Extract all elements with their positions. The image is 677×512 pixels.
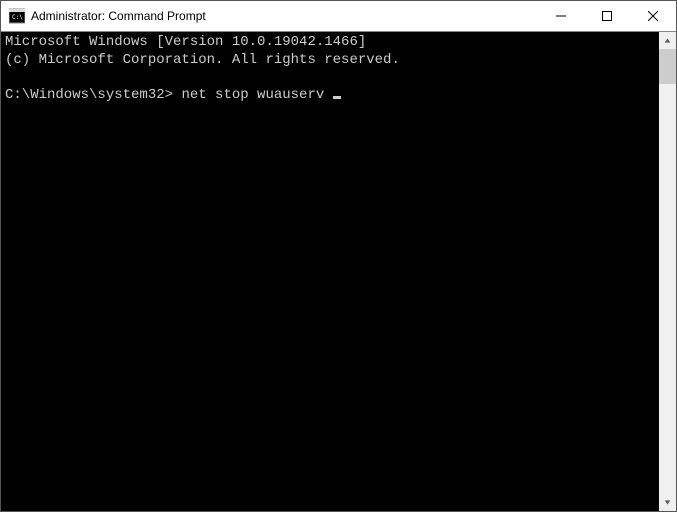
copyright-line: (c) Microsoft Corporation. All rights re… [5,52,400,68]
maximize-button[interactable] [584,1,630,31]
minimize-button[interactable] [538,1,584,31]
scrollbar-track[interactable] [659,49,676,494]
text-cursor [333,96,341,99]
svg-text:C:\: C:\ [12,14,23,21]
version-line: Microsoft Windows [Version 10.0.19042.14… [5,34,366,50]
titlebar[interactable]: C:\ Administrator: Command Prompt [1,1,676,31]
scroll-down-button[interactable] [659,494,676,511]
vertical-scrollbar[interactable] [659,32,676,511]
prompt-text: C:\Windows\system32> [5,87,173,103]
command-prompt-window: C:\ Administrator: Command Prompt Micros… [0,0,677,512]
scrollbar-thumb[interactable] [659,49,676,84]
command-prompt-icon: C:\ [9,8,25,24]
title-left: C:\ Administrator: Command Prompt [1,8,538,24]
window-title: Administrator: Command Prompt [31,9,206,23]
scroll-up-button[interactable] [659,32,676,49]
command-text: net stop wuauserv [181,87,324,103]
content-area: Microsoft Windows [Version 10.0.19042.14… [1,31,676,511]
terminal-output[interactable]: Microsoft Windows [Version 10.0.19042.14… [1,32,659,511]
close-button[interactable] [630,1,676,31]
window-controls [538,1,676,31]
